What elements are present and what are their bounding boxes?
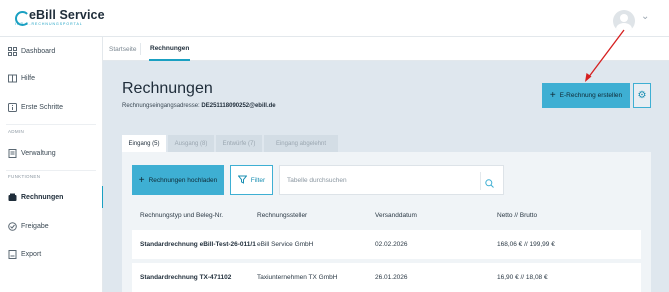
- column-header-amount[interactable]: Netto // Brutto: [497, 212, 537, 219]
- sidebar-item-freigabe[interactable]: Freigabe: [0, 215, 103, 237]
- top-header: eBill Service IHR E-RECHNUNGSPORTAL ⌄: [0, 0, 669, 37]
- divider: [6, 124, 96, 125]
- address-value: DE251118090252@ebill.de: [201, 103, 276, 109]
- sidebar: Dashboard Hilfe Erste Schritte ADMIN Ver…: [0, 37, 104, 292]
- sidebar-item-label: Erste Schritte: [21, 103, 64, 111]
- breadcrumb-separator: [140, 43, 141, 55]
- sidebar-item-label: Hilfe: [21, 74, 36, 82]
- sidebar-item-label: Dashboard: [21, 47, 56, 55]
- tab-entwuerfe[interactable]: Entwürfe (7): [216, 135, 262, 152]
- cell-amount: 168,06 € // 199,99 €: [497, 241, 555, 248]
- cell-type: Standardrechnung eBill-Test-26-011/1: [140, 241, 256, 248]
- column-header-type[interactable]: Rechnungstyp und Beleg-Nr.: [140, 212, 223, 219]
- column-header-issuer[interactable]: Rechnungssteller: [257, 212, 307, 219]
- plus-icon: +: [138, 174, 145, 186]
- cell-issuer: Taxiunternehmen TX GmbH: [257, 274, 338, 281]
- document-icon: [7, 148, 17, 158]
- divider: [6, 170, 96, 171]
- sidebar-item-hilfe[interactable]: Hilfe: [0, 67, 103, 89]
- divider: [480, 172, 481, 190]
- sidebar-item-dashboard[interactable]: Dashboard: [0, 40, 103, 62]
- search-icon[interactable]: [485, 175, 494, 188]
- create-invoice-label: E-Rechnung erstellen: [559, 92, 623, 99]
- address-line: Rechnungseingangsadresse: DE251118090252…: [122, 103, 276, 109]
- search-input[interactable]: [280, 176, 470, 184]
- upload-invoices-button[interactable]: + Rechnungen hochladen: [132, 165, 224, 195]
- upload-invoices-label: Rechnungen hochladen: [148, 176, 218, 184]
- tab-ausgang[interactable]: Ausgang (8): [168, 135, 214, 152]
- filter-button[interactable]: Filter: [230, 165, 273, 195]
- cell-type: Standardrechnung TX-471102: [140, 274, 232, 281]
- sidebar-item-label: Freigabe: [21, 222, 49, 230]
- logo-tagline: IHR E-RECHNUNGSPORTAL: [15, 22, 83, 26]
- invoice-panel: + Rechnungen hochladen Filter Rechnungst…: [122, 152, 651, 292]
- sidebar-item-erste-schritte[interactable]: Erste Schritte: [0, 96, 103, 118]
- column-header-date[interactable]: Versanddatum: [375, 212, 417, 219]
- sidebar-item-export[interactable]: Export: [0, 243, 103, 265]
- export-icon: [7, 249, 17, 259]
- breadcrumb-current[interactable]: Rechnungen: [149, 37, 191, 61]
- settings-button[interactable]: ⚙: [633, 83, 651, 108]
- sidebar-item-label: Export: [21, 250, 42, 258]
- dashboard-icon: [7, 46, 17, 56]
- logo[interactable]: eBill Service: [15, 8, 105, 26]
- sidebar-item-rechnungen[interactable]: Rechnungen: [0, 186, 104, 208]
- breadcrumb-home[interactable]: Startseite: [109, 37, 136, 61]
- filter-label: Filter: [250, 176, 266, 184]
- sidebar-item-label: Verwaltung: [21, 149, 56, 157]
- table-row[interactable]: Standardrechnung TX-471102 Taxiunternehm…: [132, 263, 641, 292]
- approval-icon: [7, 221, 17, 231]
- avatar[interactable]: [613, 10, 635, 32]
- chevron-down-icon[interactable]: ⌄: [641, 11, 649, 22]
- main-content: Startseite Rechnungen Rechnungen Rechnun…: [103, 37, 669, 292]
- table-search: [279, 165, 504, 195]
- plus-icon: +: [549, 90, 556, 101]
- cell-amount: 16,90 € // 18,08 €: [497, 274, 548, 281]
- tab-eingang-abgelehnt[interactable]: Eingang abgelehnt: [264, 135, 338, 152]
- sidebar-item-label: Rechnungen: [21, 193, 64, 201]
- cell-date: 26.01.2026: [375, 274, 408, 281]
- cell-issuer: eBill Service GmbH: [257, 241, 314, 248]
- create-invoice-button[interactable]: + E-Rechnung erstellen: [542, 83, 630, 108]
- logo-icon: [15, 9, 30, 26]
- tab-eingang[interactable]: Eingang (5): [122, 135, 166, 152]
- address-label: Rechnungseingangsadresse:: [122, 103, 200, 109]
- section-label-admin: ADMIN: [8, 129, 24, 134]
- invoice-icon: [7, 192, 17, 202]
- page-title: Rechnungen: [122, 80, 213, 97]
- filter-icon: [237, 175, 248, 186]
- logo-text: eBill Service: [29, 8, 105, 22]
- section-label-funktionen: FUNKTIONEN: [8, 174, 41, 179]
- sidebar-item-verwaltung[interactable]: Verwaltung: [0, 142, 103, 164]
- gear-icon: ⚙: [637, 90, 647, 101]
- info-icon: [7, 102, 17, 112]
- cell-date: 02.02.2026: [375, 241, 408, 248]
- table-row[interactable]: Standardrechnung eBill-Test-26-011/1 eBi…: [132, 230, 641, 259]
- book-icon: [7, 73, 17, 83]
- breadcrumb: Startseite Rechnungen: [103, 37, 669, 61]
